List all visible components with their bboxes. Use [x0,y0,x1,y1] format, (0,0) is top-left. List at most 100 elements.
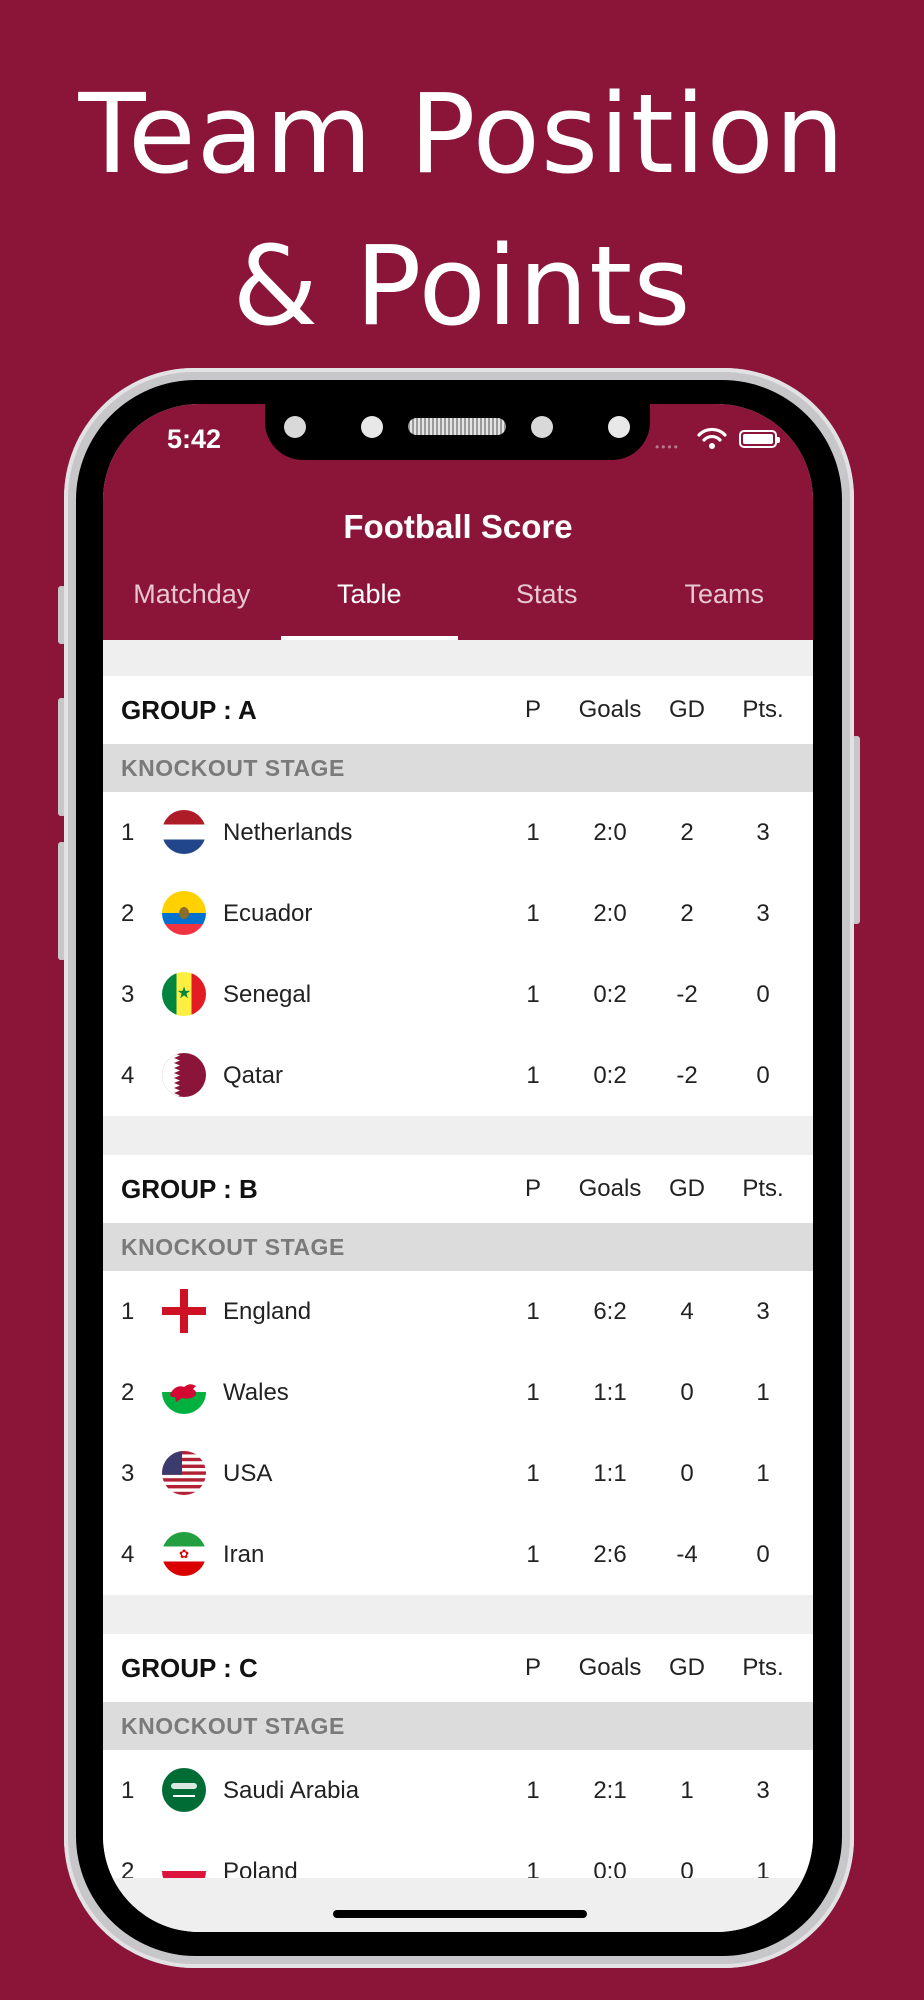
headline-line-1: Team Position [78,70,846,198]
team-name: England [223,1298,312,1325]
group-card: GROUP : B P Goals GD Pts. KNOCKOUT STAGE… [103,1155,813,1595]
signal-icon: •••• [655,440,680,454]
tab-matchday[interactable]: Matchday [103,554,281,640]
column-header-pts: Pts. [742,1175,784,1202]
points: 3 [756,1777,770,1804]
team-name: USA [223,1460,273,1487]
goal-difference: 0 [680,1379,694,1406]
goal-difference: 4 [680,1298,694,1325]
sensor-icon [531,416,553,438]
stage-label: KNOCKOUT STAGE [103,744,813,792]
points: 3 [756,1298,770,1325]
goal-difference: 1 [680,1777,694,1804]
promo-headline: Team Position & Points [0,58,924,362]
table-row[interactable]: 4 Qatar 1 0:2 -2 0 [103,1035,813,1116]
played: 1 [526,981,540,1008]
tab-bar: Matchday Table Stats Teams [103,554,813,640]
points: 3 [756,900,770,927]
phone-screen: 5:42 •••• Football Score Matchday Table … [103,404,813,1932]
status-time: 5:42 [167,424,222,454]
saudi-arabia-flag-icon [162,1768,206,1812]
table-row[interactable]: 4 ✿ Iran 1 2:6 -4 0 [103,1514,813,1595]
column-header-gd: GD [669,696,705,723]
team-name: Ecuador [223,900,313,927]
group-title: GROUP : B [121,1174,258,1204]
group-title: GROUP : C [121,1653,258,1683]
camera-icon [361,416,383,438]
points: 0 [756,1541,770,1568]
group-card: GROUP : A P Goals GD Pts. KNOCKOUT STAGE… [103,676,813,1116]
played: 1 [526,900,540,927]
speaker-grille [408,418,506,435]
rank: 3 [121,1460,135,1487]
app-title: Football Score [343,508,573,545]
proximity-sensor-icon [608,416,630,438]
column-header-gd: GD [669,1654,705,1681]
played: 1 [526,1777,540,1804]
england-flag-icon [162,1289,206,1333]
senegal-flag-icon: ★ [162,972,206,1016]
ecuador-flag-icon [162,891,206,935]
stage-label: KNOCKOUT STAGE [103,1702,813,1750]
points: 1 [756,1379,770,1406]
team-name: Netherlands [223,819,353,846]
goal-difference: 2 [680,819,694,846]
points: 0 [756,981,770,1008]
played: 1 [526,1541,540,1568]
wales-flag-icon [162,1370,206,1414]
tab-table[interactable]: Table [280,554,459,640]
played: 1 [526,819,540,846]
table-row[interactable]: 3 ★ Senegal 1 0:2 -2 0 [103,954,813,1035]
group-header: GROUP : B P Goals GD Pts. [103,1155,813,1223]
column-header-pts: Pts. [742,1654,784,1681]
netherlands-flag-icon [162,810,206,854]
column-header-p: P [524,1175,541,1202]
goal-difference: 2 [680,900,694,927]
table-row[interactable]: 2 Wales 1 1:1 0 1 [103,1352,813,1433]
table-row[interactable]: 3 USA 1 1:1 0 1 [103,1433,813,1514]
column-header-pts: Pts. [742,696,784,723]
team-name: Iran [223,1541,265,1568]
home-indicator[interactable] [333,1910,587,1918]
rank: 2 [121,1379,135,1406]
points: 3 [756,819,770,846]
played: 1 [526,1298,540,1325]
table-row[interactable]: 1 England 1 6:2 4 3 [103,1271,813,1352]
tab-teams[interactable]: Teams [636,554,814,640]
sensor-icon [284,416,306,438]
usa-flag-icon [162,1451,206,1495]
tab-stats[interactable]: Stats [458,554,636,640]
column-header-gd: GD [669,1175,705,1202]
rank: 4 [121,1541,135,1568]
goal-difference: -4 [676,1541,698,1568]
table-row[interactable]: 1 Netherlands 1 2:0 2 3 [103,792,813,873]
rank: 4 [121,1062,135,1089]
points: 1 [756,1460,770,1487]
rank: 1 [121,1298,135,1325]
notch [265,404,650,460]
team-name: Senegal [223,981,312,1008]
home-area [103,1878,813,1932]
iran-flag-icon: ✿ [162,1532,206,1576]
qatar-flag-icon [162,1053,206,1097]
table-row[interactable]: 2 Ecuador 1 2:0 2 3 [103,873,813,954]
wifi-icon [697,427,727,449]
headline-line-2: & Points [232,222,692,350]
stage-label: KNOCKOUT STAGE [103,1223,813,1271]
table-row[interactable]: 1 Saudi Arabia 1 2:1 1 3 [103,1750,813,1831]
played: 1 [526,1379,540,1406]
column-header-p: P [524,696,541,723]
team-name: Wales [223,1379,289,1406]
group-title: GROUP : A [121,695,257,725]
played: 1 [526,1460,540,1487]
group-card: GROUP : C P Goals GD Pts. KNOCKOUT STAGE… [103,1634,813,1912]
played: 1 [526,1062,540,1089]
team-name: Saudi Arabia [223,1777,360,1804]
rank: 1 [121,819,135,846]
rank: 2 [121,900,135,927]
goal-difference: -2 [676,981,698,1008]
column-header-p: P [524,1654,541,1681]
goal-difference: 0 [680,1460,694,1487]
group-header: GROUP : A P Goals GD Pts. [103,676,813,744]
goal-difference: -2 [676,1062,698,1089]
